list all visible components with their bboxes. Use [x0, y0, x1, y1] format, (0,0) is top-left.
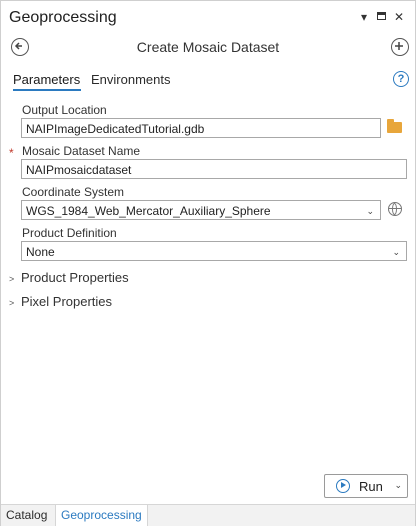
- coordinate-system-dropdown[interactable]: WGS_1984_Web_Mercator_Auxiliary_Sphere ⌄: [21, 200, 381, 220]
- add-icon[interactable]: [391, 38, 409, 56]
- bottom-tab-bar: Catalog Geoprocessing: [1, 504, 415, 526]
- folder-icon[interactable]: [387, 119, 402, 133]
- section-label: Product Properties: [21, 270, 129, 285]
- tab-parameters[interactable]: Parameters: [13, 72, 81, 91]
- chevron-right-icon: >: [9, 274, 15, 284]
- chevron-down-icon: ⌄: [392, 247, 400, 257]
- chevron-down-icon[interactable]: ▾: [357, 10, 371, 24]
- run-button[interactable]: Run ⌄: [324, 474, 408, 498]
- tab-catalog-label: Catalog: [6, 508, 48, 522]
- coordinate-system-label: Coordinate System: [22, 185, 125, 199]
- output-location-label: Output Location: [22, 103, 107, 117]
- chevron-down-icon: ⌄: [366, 206, 374, 216]
- tool-header: Create Mosaic Dataset: [1, 36, 415, 60]
- help-icon[interactable]: ?: [393, 71, 409, 87]
- tool-title: Create Mosaic Dataset: [136, 39, 280, 55]
- chevron-down-icon[interactable]: ⌄: [394, 480, 402, 491]
- tab-environments[interactable]: Environments: [91, 72, 170, 87]
- maximize-icon[interactable]: [374, 10, 388, 24]
- required-marker: *: [9, 146, 14, 160]
- tab-parameters-label: Parameters: [13, 72, 81, 87]
- globe-icon[interactable]: [388, 202, 402, 216]
- mosaic-name-field[interactable]: NAIPmosaicdataset: [21, 159, 407, 179]
- play-icon: [336, 479, 350, 493]
- pane-title: Geoprocessing: [9, 9, 117, 26]
- product-definition-label: Product Definition: [22, 226, 117, 240]
- product-definition-value: None: [26, 245, 55, 259]
- tab-environments-label: Environments: [91, 72, 171, 87]
- tab-geoprocessing-label: Geoprocessing: [61, 508, 142, 522]
- section-product-properties[interactable]: > Product Properties: [9, 270, 129, 285]
- mosaic-name-label: Mosaic Dataset Name: [22, 144, 141, 158]
- geoprocessing-pane: Geoprocessing ▾ ✕ Create Mosaic Dataset …: [0, 0, 416, 526]
- section-pixel-properties[interactable]: > Pixel Properties: [9, 294, 112, 309]
- section-label: Pixel Properties: [21, 294, 113, 309]
- run-label: Run: [359, 479, 383, 494]
- chevron-right-icon: >: [9, 298, 15, 308]
- coordinate-system-value: WGS_1984_Web_Mercator_Auxiliary_Sphere: [26, 204, 271, 218]
- active-tab-indicator: [13, 89, 81, 91]
- output-location-field[interactable]: NAIPImageDedicatedTutorial.gdb: [21, 118, 381, 138]
- tab-catalog[interactable]: Catalog: [1, 505, 52, 526]
- product-definition-dropdown[interactable]: None ⌄: [21, 241, 407, 261]
- tab-geoprocessing[interactable]: Geoprocessing: [55, 505, 148, 526]
- close-icon[interactable]: ✕: [392, 10, 406, 24]
